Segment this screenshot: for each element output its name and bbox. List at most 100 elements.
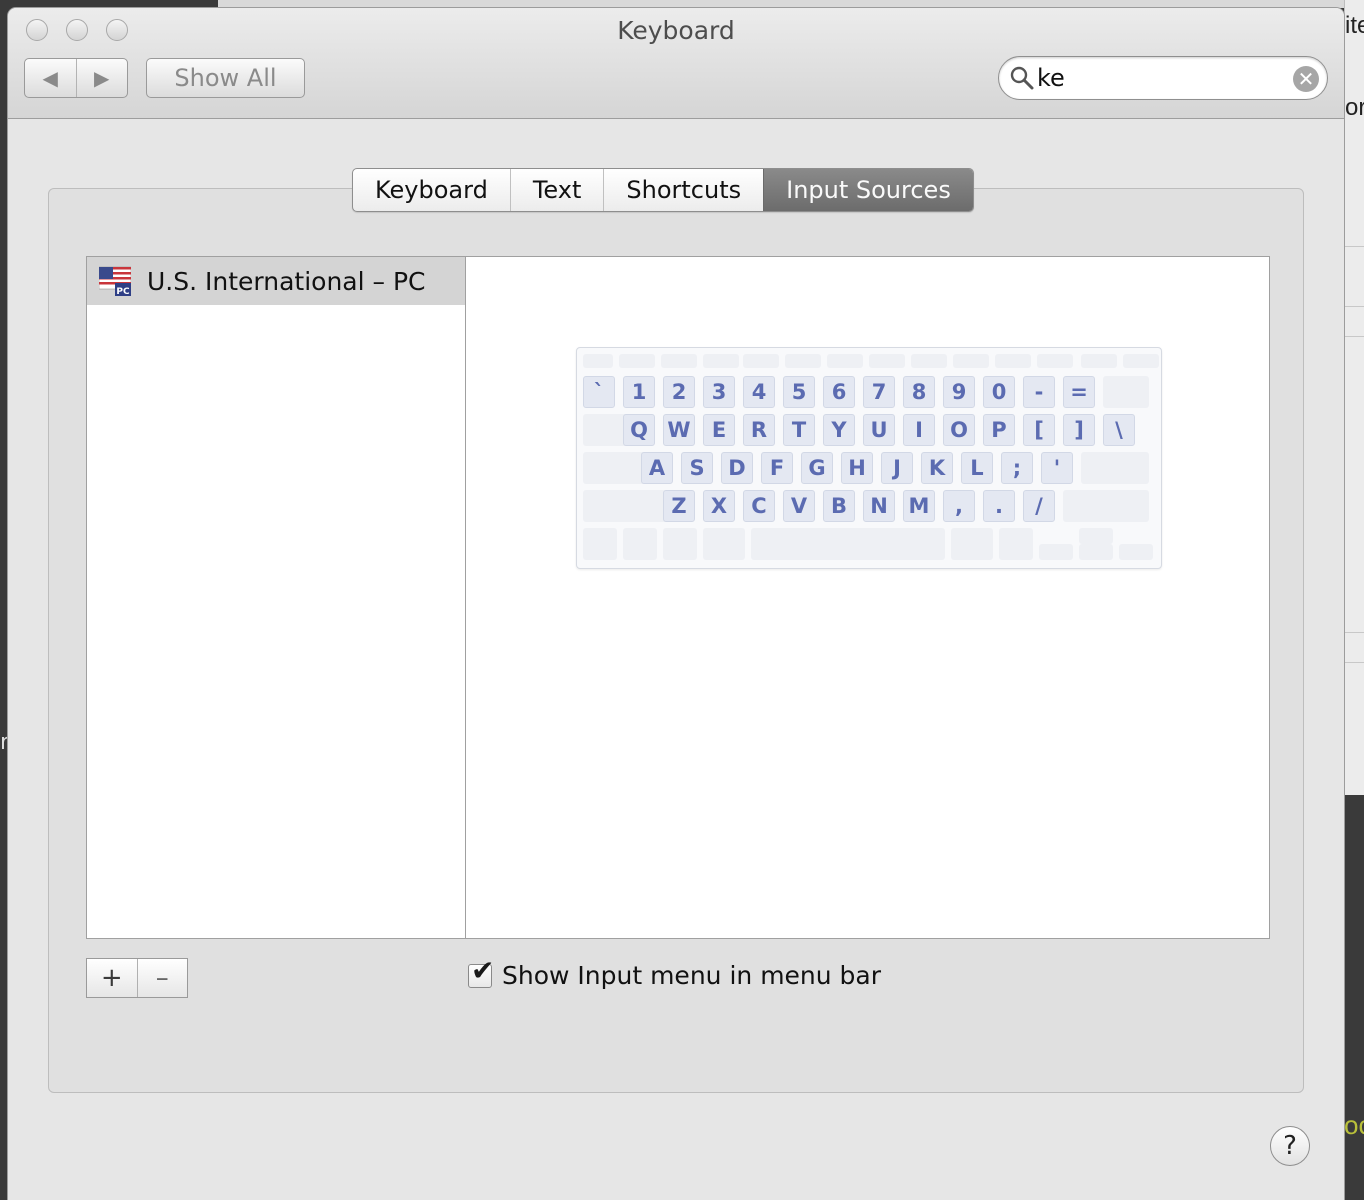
keyboard-key: \ xyxy=(1103,414,1135,446)
checkmark-icon: ✔ xyxy=(471,954,495,987)
search-icon xyxy=(1010,66,1034,90)
show-input-menu-checkbox[interactable]: ✔ xyxy=(468,957,494,988)
keyboard-key: 1 xyxy=(623,376,655,408)
keyboard-key: / xyxy=(1023,490,1055,522)
keyboard-key-blank xyxy=(827,354,863,368)
keyboard-key: 7 xyxy=(863,376,895,408)
tab-bar: Keyboard Text Shortcuts Input Sources xyxy=(352,168,974,212)
keyboard-key-blank xyxy=(583,490,667,522)
keyboard-key-blank xyxy=(1081,452,1149,484)
keyboard-key: O xyxy=(943,414,975,446)
keyboard-key: 4 xyxy=(743,376,775,408)
tab-shortcuts[interactable]: Shortcuts xyxy=(603,169,763,211)
keyboard-preferences-window: Keyboard ◀ ▶ Show All ✕ Keyboard Text Sh… xyxy=(8,8,1344,1200)
remove-input-source-button[interactable]: – xyxy=(136,959,188,997)
keyboard-key-blank xyxy=(1079,544,1113,560)
keyboard-key-blank xyxy=(703,528,745,560)
keyboard-key-blank xyxy=(661,354,697,368)
us-flag-pc-icon: PC xyxy=(99,266,131,297)
background-divider xyxy=(1345,632,1364,633)
keyboard-key-blank xyxy=(1039,544,1073,560)
back-arrow-icon: ◀ xyxy=(42,66,58,90)
keyboard-key: F xyxy=(761,452,793,484)
keyboard-key-blank xyxy=(911,354,947,368)
flag-badge-label: PC xyxy=(116,287,130,297)
keyboard-key: ' xyxy=(1041,452,1073,484)
background-divider xyxy=(1345,246,1364,247)
keyboard-key-blank xyxy=(995,354,1031,368)
keyboard-key: G xyxy=(801,452,833,484)
window-toolbar: Keyboard ◀ ▶ Show All ✕ xyxy=(8,8,1344,119)
keyboard-key: [ xyxy=(1023,414,1055,446)
keyboard-key: = xyxy=(1063,376,1095,408)
keyboard-key: T xyxy=(783,414,815,446)
clear-search-icon[interactable]: ✕ xyxy=(1293,66,1319,92)
tab-input-sources[interactable]: Input Sources xyxy=(763,169,973,211)
input-sources-list[interactable]: PC U.S. International – PC xyxy=(86,256,466,939)
search-field[interactable]: ✕ xyxy=(998,56,1328,100)
keyboard-key: S xyxy=(681,452,713,484)
add-input-source-button[interactable]: + xyxy=(87,959,137,997)
keyboard-key: C xyxy=(743,490,775,522)
input-source-label: U.S. International – PC xyxy=(147,266,426,296)
show-input-menu-label[interactable]: Show Input menu in menu bar xyxy=(502,961,881,990)
keyboard-key-blank xyxy=(1119,544,1153,560)
keyboard-key-blank xyxy=(623,528,657,560)
search-input[interactable] xyxy=(1037,63,1277,93)
keyboard-key: I xyxy=(903,414,935,446)
keyboard-key: Y xyxy=(823,414,855,446)
keyboard-key: E xyxy=(703,414,735,446)
keyboard-key: B xyxy=(823,490,855,522)
keyboard-key: P xyxy=(983,414,1015,446)
keyboard-key: ` xyxy=(583,376,615,408)
list-item[interactable]: PC U.S. International – PC xyxy=(87,257,465,305)
keyboard-key-blank xyxy=(1123,354,1159,368)
help-button[interactable]: ? xyxy=(1270,1126,1310,1166)
keyboard-key-blank xyxy=(1063,490,1149,522)
keyboard-key-blank xyxy=(1103,376,1149,408)
keyboard-key: Z xyxy=(663,490,695,522)
background-text-fragment: ite xyxy=(1345,12,1364,39)
background-window-right: ite or xyxy=(1344,0,1364,795)
back-button[interactable]: ◀ xyxy=(25,59,76,97)
show-all-button[interactable]: Show All xyxy=(146,58,305,98)
keyboard-key-blank xyxy=(743,354,779,368)
keyboard-key-blank xyxy=(751,528,945,560)
background-text-fragment: or xyxy=(1345,94,1364,121)
keyboard-key-blank xyxy=(619,354,655,368)
background-divider xyxy=(1345,662,1364,663)
keyboard-key: Q xyxy=(623,414,655,446)
keyboard-key: N xyxy=(863,490,895,522)
keyboard-key-blank xyxy=(1037,354,1073,368)
keyboard-key-blank xyxy=(1079,528,1113,544)
keyboard-key: D xyxy=(721,452,753,484)
keyboard-key: ; xyxy=(1001,452,1033,484)
keyboard-key-blank xyxy=(703,354,739,368)
keyboard-key: W xyxy=(663,414,695,446)
keyboard-key: 0 xyxy=(983,376,1015,408)
forward-button[interactable]: ▶ xyxy=(75,59,128,97)
add-remove-control: + – xyxy=(86,958,188,998)
window-title: Keyboard xyxy=(617,16,735,45)
tab-keyboard[interactable]: Keyboard xyxy=(353,169,510,211)
keyboard-layout-preview: ` 1 2 3 4 5 6 7 8 9 0- = Q W E R T Y U I O P[] \ A S D F G H J K L; ' Z X C… xyxy=(576,347,1162,569)
back-forward-control: ◀ ▶ xyxy=(24,58,128,98)
keyboard-key: M xyxy=(903,490,935,522)
tab-text[interactable]: Text xyxy=(509,169,604,211)
keyboard-key: 6 xyxy=(823,376,855,408)
keyboard-key-blank xyxy=(785,354,821,368)
forward-arrow-icon: ▶ xyxy=(94,66,110,90)
background-text-fragment: oc xyxy=(1344,1110,1364,1140)
keyboard-key: A xyxy=(641,452,673,484)
keyboard-key: R xyxy=(743,414,775,446)
keyboard-key: L xyxy=(961,452,993,484)
keyboard-key: H xyxy=(841,452,873,484)
keyboard-key: X xyxy=(703,490,735,522)
keyboard-key: U xyxy=(863,414,895,446)
keyboard-key-blank xyxy=(1081,354,1117,368)
keyboard-key-blank xyxy=(953,354,989,368)
keyboard-key-blank xyxy=(663,528,697,560)
keyboard-key: K xyxy=(921,452,953,484)
keyboard-key: 8 xyxy=(903,376,935,408)
keyboard-key: V xyxy=(783,490,815,522)
